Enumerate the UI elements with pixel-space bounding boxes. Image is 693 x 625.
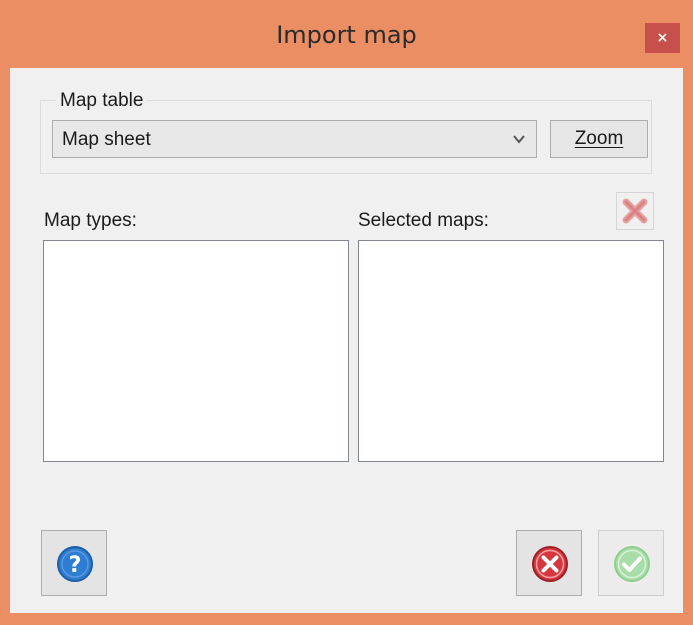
map-table-dropdown-value: Map sheet	[62, 129, 151, 150]
import-map-dialog: Import map × Map table Map sheet Zoom Ma…	[0, 0, 693, 625]
cancel-icon	[532, 546, 568, 582]
cancel-button[interactable]	[516, 530, 582, 596]
remove-selected-button[interactable]	[616, 192, 654, 230]
chevron-down-icon	[513, 135, 525, 144]
selected-maps-label: Selected maps:	[358, 210, 489, 231]
ok-button[interactable]	[598, 530, 664, 596]
svg-text:?: ?	[69, 553, 82, 578]
map-types-label: Map types:	[44, 210, 137, 231]
map-table-dropdown[interactable]: Map sheet	[52, 120, 537, 158]
selected-maps-list[interactable]	[358, 240, 664, 462]
zoom-button-label: Zoom	[574, 128, 624, 149]
map-types-list[interactable]	[43, 240, 349, 462]
zoom-button[interactable]: Zoom	[550, 120, 648, 158]
help-button[interactable]: ?	[41, 530, 107, 596]
title-bar[interactable]: Import map ×	[0, 0, 693, 68]
dialog-body: Map table Map sheet Zoom Map types: Sele…	[10, 68, 683, 613]
ok-check-icon	[614, 546, 650, 582]
window-title: Import map	[276, 21, 417, 49]
help-icon: ?	[57, 546, 93, 582]
map-table-group-label: Map table	[56, 90, 148, 112]
close-button[interactable]: ×	[645, 23, 680, 53]
remove-x-icon	[622, 198, 648, 224]
